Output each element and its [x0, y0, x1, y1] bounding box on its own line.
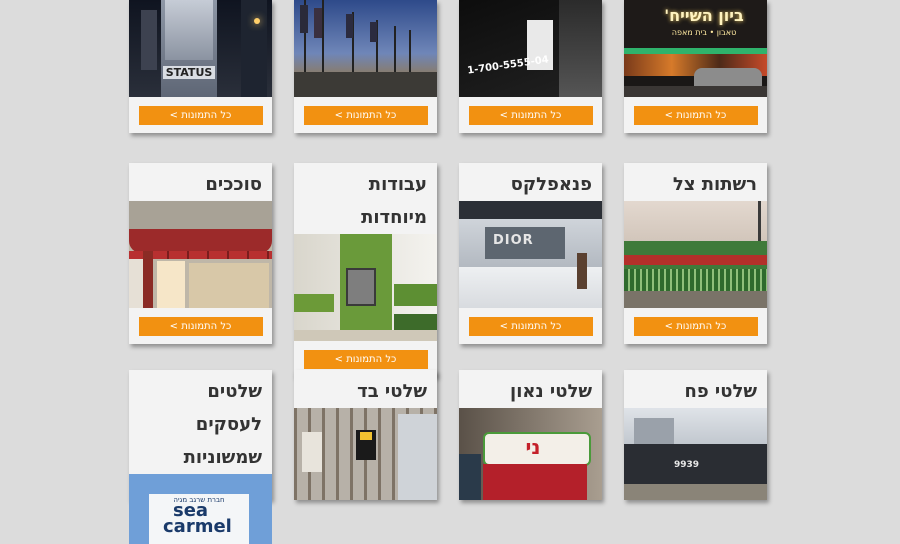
gallery-card: שלטי פח 9939	[624, 370, 767, 500]
gallery-card: ביון השייח' טאבון • בית מאפה כל התמונות …	[624, 0, 767, 133]
card-image[interactable]: ביון השייח' טאבון • בית מאפה	[624, 0, 767, 97]
gallery-card: שלטי בד	[294, 370, 437, 500]
card-title[interactable]: סוככים	[129, 163, 272, 201]
card-title[interactable]: שלטים לעסקים שמשוניות	[129, 370, 272, 474]
card-title[interactable]: עבודות מיוחדות	[294, 163, 437, 234]
card-image[interactable]	[294, 234, 437, 341]
dior-sign-text: DIOR	[493, 233, 534, 248]
all-photos-button[interactable]: כל התמונות >	[633, 316, 758, 336]
gallery-card: סוככים כל התמונות >	[129, 163, 272, 344]
card-title[interactable]: פנאפלקס	[459, 163, 602, 201]
gallery-card: STATUS כל התמונות >	[129, 0, 272, 133]
gallery-card: 1-700-5555-04 כל התמונות >	[459, 0, 602, 133]
gallery-card: עבודות מיוחדות כל התמונות >	[294, 163, 437, 377]
all-photos-button[interactable]: כל התמונות >	[303, 349, 428, 369]
all-photos-button[interactable]: כל התמונות >	[138, 105, 263, 125]
card-image[interactable]: 1-700-5555-04	[459, 0, 602, 97]
status-sign-text: STATUS	[163, 66, 215, 79]
card-image[interactable]	[624, 201, 767, 308]
all-photos-button[interactable]: כל התמונות >	[468, 316, 593, 336]
card-title[interactable]: שלטי בד	[294, 370, 437, 408]
metal-sign-phone: 9939	[674, 460, 700, 470]
card-image[interactable]: 9939	[624, 408, 767, 500]
card-image[interactable]: ני	[459, 408, 602, 500]
card-image[interactable]	[129, 201, 272, 308]
all-photos-button[interactable]: כל התמונות >	[633, 105, 758, 125]
all-photos-button[interactable]: כל התמונות >	[138, 316, 263, 336]
gallery-card: שלטים לעסקים שמשוניות חברת שרגב מגיה sea…	[129, 370, 272, 544]
card-title[interactable]: שלטי פח	[624, 370, 767, 408]
card-image[interactable]: חברת שרגב מגיה sea carmel	[129, 474, 272, 544]
gallery-card: פנאפלקס DIOR כל התמונות >	[459, 163, 602, 344]
gallery-card: שלטי נאון ני	[459, 370, 602, 500]
gallery-card: רשתות צל כל התמונות >	[624, 163, 767, 344]
all-photos-button[interactable]: כל התמונות >	[303, 105, 428, 125]
carmel-text: carmel	[163, 516, 232, 537]
card-image[interactable]: STATUS	[129, 0, 272, 97]
card-image[interactable]	[294, 408, 437, 500]
all-photos-button[interactable]: כל התמונות >	[468, 105, 593, 125]
cafe-sub-text: טאבון • בית מאפה	[671, 28, 737, 37]
card-title[interactable]: רשתות צל	[624, 163, 767, 201]
card-image[interactable]	[294, 0, 437, 97]
gallery-card: כל התמונות >	[294, 0, 437, 133]
cafe-sign-text: ביון השייח'	[664, 6, 744, 25]
card-title[interactable]: שלטי נאון	[459, 370, 602, 408]
card-image[interactable]: DIOR	[459, 201, 602, 308]
